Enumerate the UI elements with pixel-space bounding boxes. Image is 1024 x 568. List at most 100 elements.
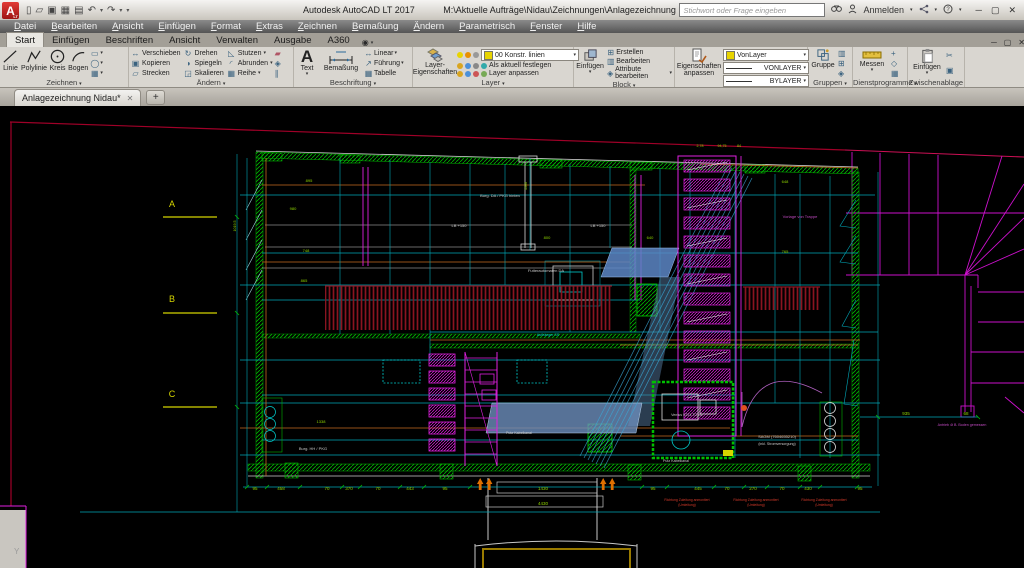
panel-label-beschriftung[interactable]: Beschriftung▾ [294,78,412,87]
panel-label-aendern[interactable]: Ändern▾ [129,78,293,87]
copy-tool[interactable]: ▣Kopieren [131,59,181,68]
panel-label-layer[interactable]: Layer▾ [413,78,573,87]
layer-properties-button[interactable]: Layer-Eigenschaften [415,48,455,78]
menu-zeichnen[interactable]: Zeichnen [298,21,337,32]
qat-customize-icon[interactable]: ▾ [126,7,129,14]
rotate-tool[interactable]: ↻Drehen [184,49,224,58]
linear-dim-tool[interactable]: ↔Linear▾ [364,49,404,58]
tab-a360[interactable]: A360 [320,33,358,47]
quick-calc-icon[interactable]: ◇ [891,59,899,68]
drawing-area[interactable]: ABCBurg. DA / PKG hintenLB +150LB +150Fu… [0,106,1024,568]
table-tool[interactable]: ▦Tabelle [364,69,404,78]
redo-dropdown-icon[interactable]: ▾ [119,7,122,14]
layer-dropdown[interactable]: 00 Konstr. linien ▾ [481,49,579,61]
menu-bearbeiten[interactable]: Bearbeiten [51,21,97,32]
dimension-tool[interactable]: Bemaßung [320,48,362,78]
doc-close-button[interactable]: ✕ [1018,38,1024,47]
rectangle-icon[interactable]: ▭ [90,49,99,58]
help-dropdown-icon[interactable]: ▾ [959,7,962,13]
menu-einfuegen[interactable]: Einfügen [158,21,196,32]
signin-dropdown-icon[interactable]: ▾ [910,7,913,13]
fillet-tool[interactable]: ◜Abrunden▾ [227,59,273,68]
stretch-tool[interactable]: ▱Strecken [131,69,181,78]
new-file-icon[interactable]: ▯ [26,5,32,16]
menu-datei[interactable]: Datei [14,21,36,32]
minimize-button[interactable]: ─ [976,5,982,16]
calculator-icon[interactable]: ▦ [891,69,899,78]
tab-ausgabe[interactable]: Ausgabe [266,33,320,47]
ribbon-display-icon[interactable]: ◉ [362,38,369,47]
tab-einfuegen[interactable]: Einfügen [44,33,98,47]
ribbon-display-dropdown-icon[interactable]: ▾ [371,40,374,46]
save-as-icon[interactable]: ▦ [61,5,70,16]
linetype-dropdown[interactable]: BYLAYER▾ [723,75,809,87]
tab-close-icon[interactable]: ✕ [127,94,134,103]
trim-tool[interactable]: ◺Stutzen▾ [227,49,273,58]
doc-minimize-button[interactable]: ─ [991,38,997,47]
new-drawing-tab-button[interactable]: + [146,90,165,105]
save-icon[interactable]: ▣ [47,5,56,16]
menu-bemassung[interactable]: Bemaßung [352,21,398,32]
hatch-icon[interactable]: ▦ [90,69,99,78]
text-tool[interactable]: A Text ▾ [296,48,318,78]
tab-verwalten[interactable]: Verwalten [208,33,266,47]
panel-label-dienstprogramme[interactable]: Dienstprogramme▾ [853,78,907,87]
polyline-tool[interactable]: Polylinie [21,48,47,78]
plot-icon[interactable]: ▤ [74,5,83,16]
menu-extras[interactable]: Extras [256,21,283,32]
menu-hilfe[interactable]: Hilfe [577,21,596,32]
line-tool[interactable]: Linie [2,48,19,78]
attribute-edit-tool[interactable]: ◈Attribute bearbeiten▾ [606,66,672,80]
user-icon[interactable] [848,4,857,17]
ungroup-icon[interactable]: ⊞ [838,59,846,68]
arc-tool[interactable]: Bogen [68,48,88,78]
copy-clip-icon[interactable]: ▣ [946,66,954,75]
undo-dropdown-icon[interactable]: ▾ [100,7,103,14]
tab-start[interactable]: Start [6,32,44,47]
set-current-layer-button[interactable]: Als aktuell festlegen [457,62,579,69]
block-edit-tool[interactable]: ▥Bearbeiten [606,57,650,66]
autocad-logo-icon[interactable]: ALT [2,2,19,19]
panel-label-gruppen[interactable]: Gruppen▾ [808,78,852,87]
mirror-tool[interactable]: ◑Spiegeln [184,59,224,68]
match-properties-tool[interactable]: Eigenschaften anpassen [677,48,721,88]
layer-on-icon[interactable] [457,52,463,58]
block-insert-tool[interactable]: Einfügen ▾ [576,48,604,80]
share-icon[interactable] [919,4,929,17]
circle-tool[interactable]: Kreis [49,48,66,78]
object-color-dropdown[interactable]: VonLayer▾ [723,49,809,61]
maximize-button[interactable]: ▢ [991,5,1000,16]
menu-ansicht[interactable]: Ansicht [112,21,143,32]
group-tool[interactable]: Gruppe [810,48,836,78]
help-icon[interactable]: ? [943,4,953,17]
ellipse-icon[interactable]: ◯ [90,59,99,68]
explode-icon[interactable]: ◈ [275,59,281,68]
close-button[interactable]: ✕ [1008,5,1016,16]
group-edit-icon[interactable]: ▥ [838,49,846,58]
open-file-icon[interactable]: ▱ [36,5,44,16]
scale-tool[interactable]: ◲Skalieren [184,69,224,78]
tab-beschriften[interactable]: Beschriften [98,33,162,47]
layer-freeze-icon[interactable] [465,52,471,58]
panel-label-zeichnen[interactable]: Zeichnen▾ [0,78,128,87]
lineweight-dropdown[interactable]: VONLAYER▾ [723,62,809,74]
undo-icon[interactable]: ↶ [88,5,96,16]
measure-tool[interactable]: Messen ▾ [855,48,889,78]
help-search-input[interactable]: Stichwort oder Frage eingeben [679,3,825,17]
offset-icon[interactable]: ∥ [275,69,281,78]
block-create-tool[interactable]: ⊞Erstellen [606,48,643,57]
cut-icon[interactable]: ✂ [946,51,954,60]
doc-restore-button[interactable]: ▢ [1004,38,1012,47]
move-tool[interactable]: ↔Verschieben [131,49,181,58]
signin-label[interactable]: Anmelden [863,5,904,15]
menu-aendern[interactable]: Ändern [413,21,444,32]
paste-tool[interactable]: Einfügen ▾ [910,48,944,78]
group-select-icon[interactable]: ◈ [838,69,846,78]
tab-ansicht[interactable]: Ansicht [161,33,208,47]
drawing-canvas[interactable]: ABCBurg. DA / PKG hintenLB +150LB +150Fu… [0,106,1024,568]
id-point-icon[interactable]: + [891,49,899,58]
document-tab[interactable]: Anlagezeichnung Nidau* ✕ [14,89,141,106]
match-layer-button[interactable]: Layer anpassen [457,70,579,77]
menu-fenster[interactable]: Fenster [530,21,562,32]
layer-lock-icon[interactable] [473,52,479,58]
